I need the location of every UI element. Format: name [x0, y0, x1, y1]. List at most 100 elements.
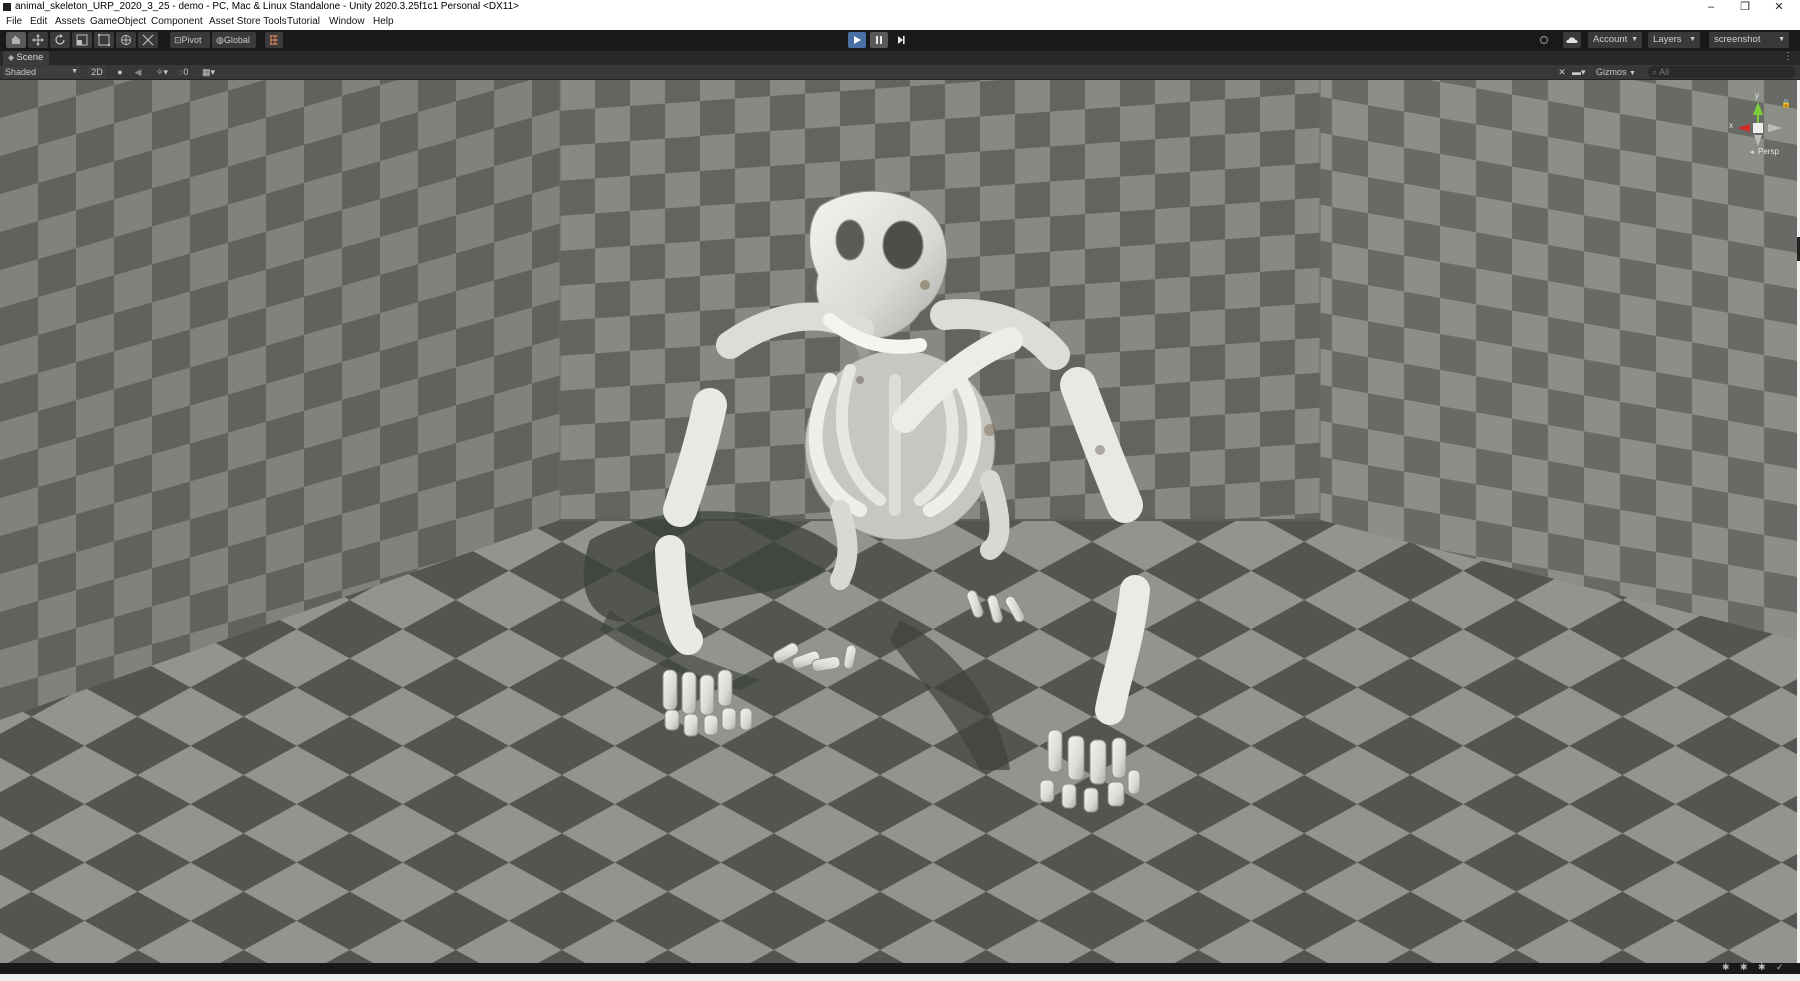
scale-tool-button[interactable]: [72, 32, 92, 48]
maximize-button[interactable]: ❐: [1728, 0, 1762, 15]
light-bulb-icon: ●: [117, 67, 123, 77]
step-button[interactable]: [892, 32, 910, 48]
scene-tab-bar: ◆ Scene ⋮: [0, 51, 1800, 65]
menu-assets[interactable]: Assets: [55, 16, 85, 27]
tools-icon: ✕: [1558, 67, 1566, 77]
layout-dropdown[interactable]: screenshot ▼: [1709, 32, 1789, 48]
chevron-down-icon: ▼: [1631, 36, 1638, 43]
services-icon: [1539, 35, 1549, 45]
search-placeholder: All: [1659, 67, 1670, 77]
grid-dropdown[interactable]: ▦▾: [202, 66, 228, 78]
transform-tool-icon: [121, 35, 131, 45]
chevron-down-icon: ▼: [1629, 70, 1636, 77]
menu-file[interactable]: File: [6, 16, 22, 27]
hidden-count: 0: [183, 67, 189, 77]
search-icon: ⌕: [1652, 67, 1658, 77]
play-icon: [854, 36, 861, 44]
play-button[interactable]: [848, 32, 866, 48]
grid-snap-icon: [270, 35, 278, 45]
tools-toggle[interactable]: ✕: [1555, 66, 1569, 78]
rotate-tool-icon: [55, 34, 65, 45]
hidden-objects-toggle[interactable]: ◌0: [178, 66, 198, 78]
tab-scene-label: Scene: [16, 52, 44, 63]
camera-dropdown[interactable]: ▬▾: [1572, 66, 1594, 78]
collab-button[interactable]: [1563, 32, 1581, 48]
layout-label: screenshot: [1714, 34, 1761, 45]
menu-component[interactable]: Component: [151, 16, 203, 27]
scene-view-toolbar: Shaded ▼ 2D ● ◀ ✧▾ ◌0 ▦▾ ✕ ▬▾ Gizmos ▼ ⌕…: [0, 65, 1800, 80]
account-dropdown[interactable]: Account ▼: [1588, 32, 1642, 48]
gizmos-label: Gizmos: [1596, 67, 1627, 77]
toggle-2d-button[interactable]: 2D: [88, 66, 106, 78]
rect-tool-icon: [98, 34, 110, 46]
chevron-down-icon: ▼: [1778, 36, 1785, 43]
services-button[interactable]: [1536, 32, 1552, 48]
scale-tool-icon: [76, 34, 88, 46]
layers-dropdown[interactable]: Layers ▼: [1648, 32, 1700, 48]
step-icon: [898, 36, 905, 44]
menu-window[interactable]: Window: [329, 16, 365, 27]
window-title: animal_skeleton_URP_2020_3_25 - demo - P…: [15, 1, 520, 12]
pause-button[interactable]: [870, 32, 888, 48]
lighting-toggle[interactable]: ●: [113, 66, 127, 78]
audio-toggle[interactable]: ◀: [131, 66, 145, 78]
lock-icon: 🔒: [1781, 99, 1791, 108]
pause-icon: [876, 36, 882, 44]
pivot-toggle[interactable]: ⊡Pivot: [170, 32, 210, 48]
chevron-down-icon: ▼: [1689, 36, 1696, 43]
close-button[interactable]: ✕: [1762, 0, 1796, 15]
grid-snap-button[interactable]: [265, 32, 283, 48]
gizmo-y-label: y: [1755, 91, 1759, 100]
draw-mode-label: Shaded: [5, 67, 37, 77]
main-toolbar: ⊡Pivot ◍Global Account ▼ Layers ▼ screensh…: [0, 30, 1800, 51]
layers-label: Layers: [1653, 34, 1682, 45]
progress-icon[interactable]: ✓: [1776, 962, 1784, 973]
pivot-icon: ⊡: [174, 35, 182, 45]
effects-icon: ✧▾: [155, 67, 169, 77]
speaker-icon: ◀: [134, 67, 142, 77]
menu-bar: File Edit Assets GameObject Component As…: [0, 15, 1800, 30]
hierarchy-search[interactable]: ⌕ All: [1648, 66, 1796, 78]
cloud-icon: [1566, 37, 1578, 43]
rotate-tool-button[interactable]: [50, 32, 70, 48]
scene-viewport[interactable]: y x ◂ Persp 🔒: [0, 80, 1797, 963]
draw-mode-dropdown[interactable]: Shaded ▼: [3, 66, 81, 78]
camera-icon: ▬▾: [1572, 67, 1586, 77]
move-tool-button[interactable]: [28, 32, 48, 48]
tab-scene[interactable]: ◆ Scene: [3, 51, 49, 65]
rect-tool-button[interactable]: [94, 32, 114, 48]
custom-tool-icon: [142, 34, 154, 46]
scene-render: y x ◂ Persp 🔒: [0, 80, 1797, 963]
custom-tool-button[interactable]: [138, 32, 158, 48]
account-label: Account: [1593, 34, 1628, 45]
menu-gameobject[interactable]: GameObject: [90, 16, 146, 27]
menu-edit[interactable]: Edit: [30, 16, 47, 27]
chevron-down-icon: ▼: [71, 68, 78, 75]
window-title-bar: animal_skeleton_URP_2020_3_25 - demo - P…: [0, 0, 1800, 15]
projection-label: Persp: [1758, 147, 1779, 156]
build-icon[interactable]: ✱: [1758, 962, 1766, 973]
pivot-label: Pivot: [181, 35, 202, 45]
menu-asset-store-tools[interactable]: Asset Store Tools: [209, 16, 287, 27]
minimize-button[interactable]: –: [1694, 0, 1728, 15]
global-toggle[interactable]: ◍Global: [212, 32, 256, 48]
more-options-icon[interactable]: ⋮: [1783, 51, 1793, 62]
global-label: Global: [223, 35, 250, 45]
hand-tool-icon: [12, 36, 20, 44]
menu-tutorial[interactable]: Tutorial: [287, 16, 320, 27]
cache-icon[interactable]: ✱: [1740, 962, 1748, 973]
grid-icon: ▦▾: [202, 67, 216, 77]
gizmo-x-label: x: [1729, 121, 1733, 130]
menu-help[interactable]: Help: [373, 16, 394, 27]
hand-tool-button[interactable]: [6, 32, 26, 48]
status-bar: ✱ ✱ ✱ ✓: [0, 962, 1800, 974]
globe-icon: ◍: [216, 35, 224, 45]
bug-icon[interactable]: ✱: [1722, 962, 1730, 973]
effects-dropdown[interactable]: ✧▾: [150, 66, 174, 78]
gizmos-dropdown[interactable]: Gizmos ▼: [1596, 66, 1640, 78]
unity-app-icon: [3, 3, 11, 11]
transform-tool-button[interactable]: [116, 32, 136, 48]
svg-text:◂: ◂: [1750, 149, 1754, 156]
move-tool-icon: [32, 34, 44, 46]
bottom-border: [0, 974, 1800, 981]
